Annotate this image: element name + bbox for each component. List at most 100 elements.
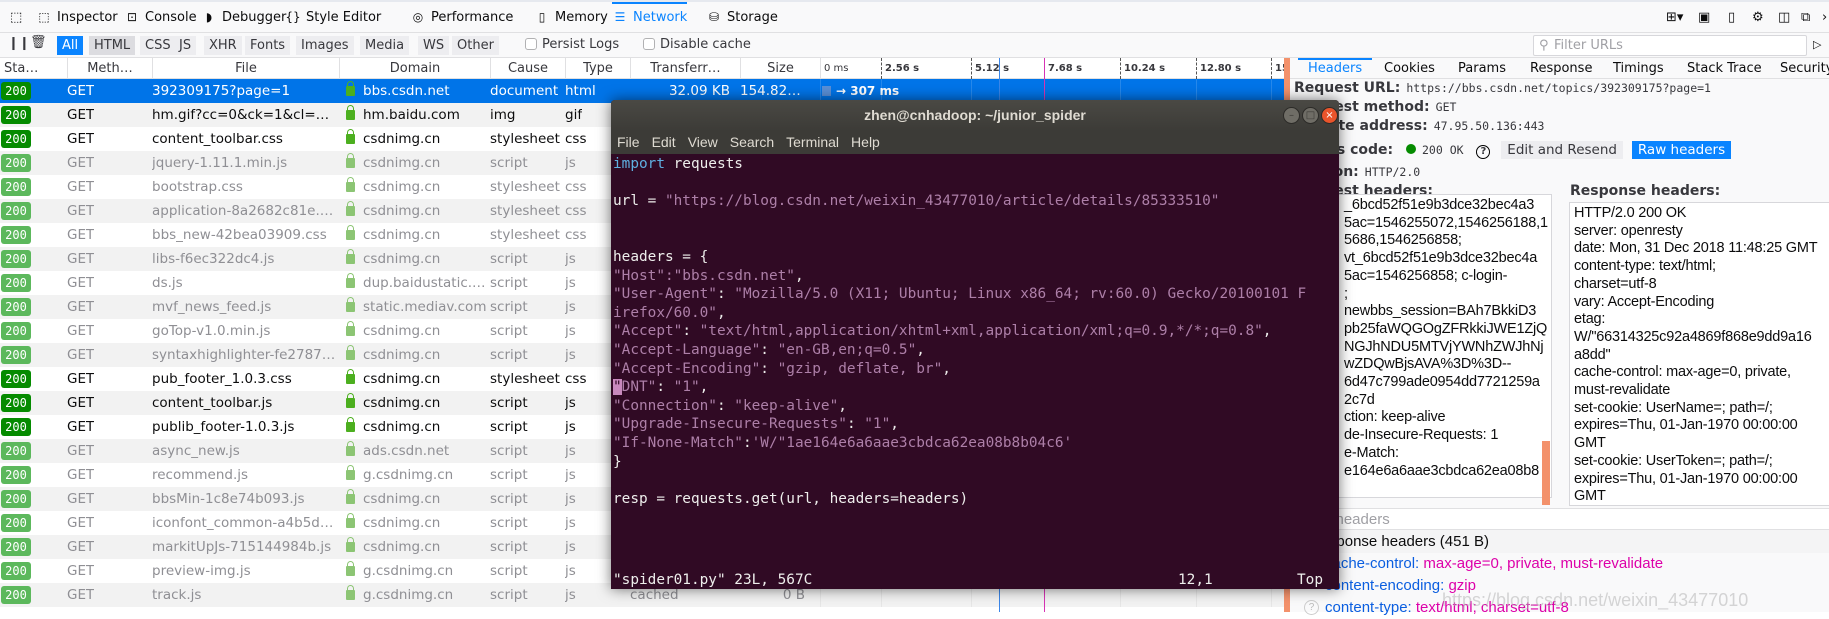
vim-editor-buffer[interactable]: import requestsurl = "https://blog.csdn.… bbox=[613, 155, 1306, 508]
domain: g.csdnimg.cn bbox=[363, 463, 491, 487]
status-badge: 200 bbox=[1, 274, 31, 292]
status-code: Status code: 200 OK ? Edit and Resend Ra… bbox=[1294, 142, 1731, 159]
type: gif bbox=[565, 103, 582, 127]
filter-fonts[interactable]: Fonts bbox=[245, 36, 290, 55]
type: js bbox=[565, 295, 576, 319]
disable-cache-checkbox[interactable]: Disable cache bbox=[643, 37, 751, 52]
column-header[interactable]: Meth… bbox=[67, 58, 152, 79]
tab-inspector[interactable]: ⬚Inspector bbox=[36, 2, 118, 33]
column-header[interactable]: Transferr… bbox=[630, 58, 740, 79]
tab-network[interactable]: ☰Network bbox=[612, 2, 687, 33]
column-header[interactable]: Type bbox=[565, 58, 630, 79]
lock-icon bbox=[346, 302, 355, 312]
header-line: 2c7d bbox=[1344, 392, 1547, 410]
filter-urls-input[interactable]: ⚲Filter URLs bbox=[1533, 35, 1807, 56]
status-badge: 200 bbox=[1, 130, 31, 148]
side-tab-headers[interactable]: Headers bbox=[1298, 58, 1372, 79]
response-headers-section[interactable]: ▾ Response headers (451 B) bbox=[1290, 530, 1829, 553]
terminal-menu-edit[interactable]: Edit bbox=[652, 134, 676, 150]
header-line: _6bcd52f51e9b3dce32bec4a3 bbox=[1344, 197, 1547, 215]
help-icon[interactable]: ? bbox=[1476, 145, 1490, 159]
lock-icon bbox=[346, 326, 355, 336]
filter-all[interactable]: All bbox=[57, 36, 83, 55]
maximize-button[interactable]: □ bbox=[1302, 107, 1319, 124]
tab-memory[interactable]: ▯Memory bbox=[534, 2, 608, 33]
domain: csdnimg.cn bbox=[363, 487, 491, 511]
filter-headers-input[interactable]: Filter headers bbox=[1290, 508, 1829, 530]
responsive-design-icon[interactable]: ▯ bbox=[1728, 2, 1735, 33]
timeline-tick: 12.80 s bbox=[1196, 58, 1241, 79]
help-icon[interactable]: ? bbox=[1304, 600, 1319, 615]
filter-ws[interactable]: WS bbox=[418, 36, 449, 55]
column-header[interactable]: Domain bbox=[339, 58, 490, 79]
method: GET bbox=[67, 319, 94, 343]
type: js bbox=[565, 487, 576, 511]
lock-icon bbox=[346, 278, 355, 288]
trash-icon[interactable]: 🗑 bbox=[30, 35, 47, 50]
type: js bbox=[565, 511, 576, 535]
filter-html[interactable]: HTML bbox=[89, 36, 135, 55]
code-line: "Host":"bbs.csdn.net", bbox=[613, 267, 1306, 286]
column-header[interactable]: Sta… bbox=[0, 58, 67, 79]
response-header-item[interactable]: cache-control: max-age=0, private, must-… bbox=[1290, 553, 1829, 575]
filter-media[interactable]: Media bbox=[360, 36, 409, 55]
header-line: must-revalidate bbox=[1574, 382, 1826, 400]
terminal-menu-file[interactable]: File bbox=[617, 134, 640, 150]
edit-resend-button[interactable]: Edit and Resend bbox=[1501, 141, 1623, 159]
column-header[interactable]: File bbox=[152, 58, 339, 79]
method: GET bbox=[67, 463, 94, 487]
tab-debugger[interactable]: ◗Debugger bbox=[201, 2, 286, 33]
layout-icon[interactable]: ⊞▾ bbox=[1666, 2, 1683, 33]
watermark: https://blog.csdn.net/weixin_43477010 bbox=[1442, 590, 1748, 611]
scrollbar[interactable] bbox=[1542, 441, 1550, 505]
filter-xhr[interactable]: XHR bbox=[204, 36, 242, 55]
filter-other[interactable]: Other bbox=[452, 36, 499, 55]
file: track.js bbox=[152, 583, 337, 607]
side-tab-response[interactable]: Response bbox=[1530, 58, 1592, 79]
status-badge: 200 bbox=[1, 298, 31, 316]
header-line: date: Mon, 31 Dec 2018 11:48:25 GMT bbox=[1574, 240, 1826, 258]
side-tab-stack-trace[interactable]: Stack Trace bbox=[1687, 58, 1762, 79]
tab-console[interactable]: ⊡Console bbox=[124, 2, 197, 33]
side-tab-timings[interactable]: Timings bbox=[1613, 58, 1664, 79]
gear-icon[interactable]: ⚙ bbox=[1752, 2, 1764, 33]
terminal-menu-search[interactable]: Search bbox=[730, 134, 774, 150]
raw-headers-button[interactable]: Raw headers bbox=[1632, 141, 1731, 159]
terminal-menu-help[interactable]: Help bbox=[851, 134, 880, 150]
element-picker-button[interactable]: ⬚ bbox=[10, 2, 22, 33]
type: js bbox=[565, 343, 576, 367]
pause-icon[interactable]: ❙❙ bbox=[8, 36, 30, 51]
cause: script bbox=[490, 535, 528, 559]
tab-storage[interactable]: ⛁Storage bbox=[706, 2, 778, 33]
persist-logs-checkbox[interactable]: Persist Logs bbox=[525, 37, 619, 52]
terminal-menu-terminal[interactable]: Terminal bbox=[786, 134, 839, 150]
code-line: url = "https://blog.csdn.net/weixin_4347… bbox=[613, 192, 1306, 211]
raw-response-headers[interactable]: HTTP/2.0 200 OKserver: openrestydate: Mo… bbox=[1569, 202, 1829, 506]
column-header[interactable]: Size bbox=[740, 58, 820, 79]
split-console-icon[interactable]: ▣ bbox=[1698, 2, 1710, 33]
minimize-button[interactable]: – bbox=[1283, 107, 1300, 124]
terminal-window[interactable]: zhen@cnhadoop: ~/junior_spider – □ × Fil… bbox=[611, 100, 1339, 589]
filter-css[interactable]: CSS bbox=[140, 36, 176, 55]
file: mvf_news_feed.js bbox=[152, 295, 337, 319]
chevron-right-icon[interactable]: › bbox=[1822, 2, 1827, 33]
tab-performance[interactable]: ◎Performance bbox=[410, 2, 513, 33]
play-icon[interactable]: ▷ bbox=[1813, 38, 1821, 51]
column-header[interactable]: Cause bbox=[490, 58, 565, 79]
code-line: headers = { bbox=[613, 248, 1306, 267]
code-line bbox=[613, 471, 1306, 490]
tab-style-editor[interactable]: {}Style Editor bbox=[285, 2, 381, 33]
domain: csdnimg.cn bbox=[363, 247, 491, 271]
filter-js[interactable]: JS bbox=[174, 36, 196, 55]
close-button[interactable]: × bbox=[1321, 107, 1338, 124]
dock-side-icon[interactable]: ◫ bbox=[1778, 2, 1790, 33]
side-tab-params[interactable]: Params bbox=[1458, 58, 1506, 79]
side-tab-security[interactable]: Security bbox=[1780, 58, 1829, 79]
file: async_new.js bbox=[152, 439, 337, 463]
filter-images[interactable]: Images bbox=[296, 36, 354, 55]
devtools-tabbar: ⬚ ⬚Inspector⊡Console◗Debugger{}Style Edi… bbox=[0, 0, 1829, 33]
terminal-menu-view[interactable]: View bbox=[688, 134, 718, 150]
side-tab-cookies[interactable]: Cookies bbox=[1384, 58, 1435, 79]
header-line: ction: keep-alive bbox=[1344, 409, 1547, 427]
undock-icon[interactable]: ⧉ bbox=[1801, 2, 1810, 33]
